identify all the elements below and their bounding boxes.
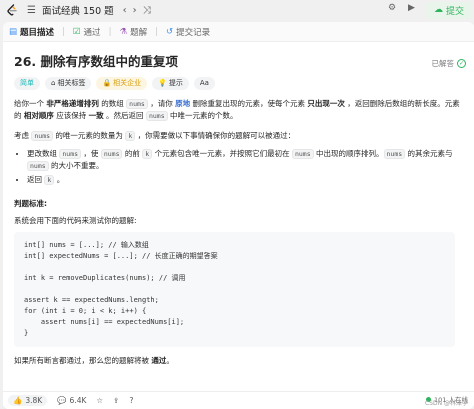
- description-paragraph-2: 考虑 nums 的唯一元素的数量为 k ，你需要做以下事情确保你的题解可以被通过…: [14, 131, 296, 141]
- check-icon: ☑: [72, 26, 81, 37]
- tab-divider: |: [108, 26, 112, 37]
- solved-status: 已解答 ✓: [431, 59, 466, 68]
- font-size-badge[interactable]: Aa: [193, 77, 215, 90]
- tab-accepted[interactable]: ☑ 通过: [73, 26, 101, 38]
- code-block: int[] nums = [...]; // 输入数组 int[] expecte…: [14, 232, 455, 347]
- tab-solutions[interactable]: ⚗ 题解: [119, 26, 147, 38]
- prev-problem-icon[interactable]: ‹: [123, 5, 133, 16]
- leetcode-logo[interactable]: [5, 3, 19, 17]
- shuffle-icon[interactable]: ⤨: [143, 5, 157, 16]
- code-line: int[] nums = [...]; // 输入数组: [24, 241, 149, 249]
- final-note: 如果所有断言都通过，那么您的题解将被 通过。: [14, 356, 174, 365]
- problem-title: 26. 删除有序数组中的重复项: [14, 54, 178, 69]
- submit-button[interactable]: ☁ 提交: [425, 1, 472, 19]
- code-line: for (int i = 0; i < k; i++) {: [24, 307, 147, 315]
- tab-description[interactable]: ▤ 题目描述: [9, 26, 54, 38]
- list-item: 返回 k 。: [27, 174, 464, 186]
- judge-heading: 判题标准:: [14, 199, 47, 208]
- tab-divider: |: [62, 26, 65, 37]
- like-button[interactable]: 👍 3.8K: [8, 395, 48, 406]
- requirements-list: 更改数组 nums ，使 nums 的前 k 个元素包含唯一元素，并按照它们最初…: [14, 148, 464, 186]
- run-icon[interactable]: ▶: [408, 3, 422, 17]
- code-line: int[] expectedNums = [...]; // 长度正确的期望答案: [24, 252, 218, 260]
- badge-row: 简单 ⌂ 相关标签 🔒 相关企业 💡 提示 Aa: [14, 77, 464, 90]
- description-panel: ▤ 题目描述 | ☑ 通过 | ⚗ 题解 | ↺ 提交记录 已解答 ✓ 26. …: [3, 22, 474, 409]
- in-place-link[interactable]: 原地: [175, 99, 190, 108]
- tags-badge[interactable]: ⌂ 相关标签: [45, 77, 92, 90]
- hint-badge[interactable]: 💡 提示: [152, 77, 189, 90]
- code-line: int k = removeDuplicates(nums); // 调用: [24, 274, 186, 282]
- judge-description: 系统会用下面的代码来测试你的题解:: [14, 216, 137, 225]
- top-bar: ☰ 面试经典 150 题 ‹›⤨ ⚙ ▶ ☁ 提交: [0, 0, 474, 20]
- comment-icon: 💬: [57, 396, 67, 405]
- next-problem-icon[interactable]: ›: [133, 5, 143, 16]
- doc-icon: ▤: [9, 26, 18, 37]
- help-icon[interactable]: ?: [129, 396, 133, 405]
- book-icon: ⚗: [119, 26, 128, 37]
- list-item: 更改数组 nums ，使 nums 的前 k 个元素包含唯一元素，并按照它们最初…: [27, 148, 464, 172]
- debug-icon[interactable]: ⚙: [388, 3, 402, 17]
- tag-icon: ⌂: [51, 79, 56, 87]
- tab-bar: ▤ 题目描述 | ☑ 通过 | ⚗ 题解 | ↺ 提交记录: [3, 22, 474, 42]
- difficulty-badge[interactable]: 简单: [14, 77, 40, 90]
- comments-button[interactable]: 💬 6.4K: [57, 396, 86, 405]
- bulb-icon: 💡: [158, 79, 167, 87]
- list-icon[interactable]: ☰: [27, 5, 36, 16]
- description-paragraph-1: 给你一个 非严格递增排列 的数组 nums ，请你 原地 删除重复出现的元素，使…: [14, 99, 460, 121]
- tab-submissions[interactable]: ↺ 提交记录: [166, 26, 210, 38]
- companies-badge[interactable]: 🔒 相关企业: [96, 77, 148, 90]
- footer-bar: 👍 3.8K 💬 6.4K ☆ ⇪ ? 101 人在线 CSDN @林泽宇: [3, 391, 474, 409]
- star-icon[interactable]: ☆: [96, 396, 103, 405]
- code-line: assert nums[i] == expectedNums[i];: [24, 318, 185, 326]
- thumbs-up-icon: 👍: [13, 396, 23, 405]
- problem-list-title[interactable]: 面试经典 150 题: [42, 3, 114, 17]
- lock-icon: 🔒: [102, 79, 112, 87]
- code-line: assert k == expectedNums.length;: [24, 296, 159, 304]
- code-line: }: [24, 329, 29, 337]
- solved-check-icon: ✓: [457, 59, 466, 68]
- problem-content: 26. 删除有序数组中的重复项 简单 ⌂ 相关标签 🔒 相关企业 💡 提示 Aa 给你…: [3, 42, 474, 366]
- watermark: CSDN @林泽宇: [424, 400, 468, 407]
- upload-cloud-icon: ☁: [433, 5, 443, 15]
- history-icon: ↺: [165, 26, 174, 37]
- tab-divider: |: [155, 26, 158, 37]
- share-icon[interactable]: ⇪: [113, 396, 119, 405]
